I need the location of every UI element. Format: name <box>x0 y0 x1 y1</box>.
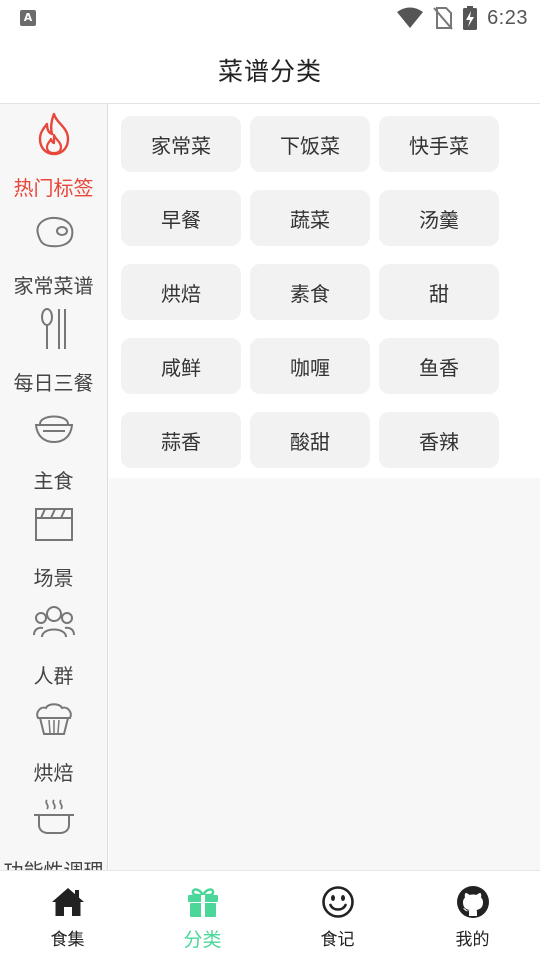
status-time: 6:23 <box>487 6 528 29</box>
sidebar-item-label: 场景 <box>33 566 74 590</box>
tag-button[interactable]: 下饭菜 <box>250 116 370 172</box>
tag-button[interactable]: 酸甜 <box>250 412 370 468</box>
tag-button[interactable]: 汤羹 <box>379 190 499 246</box>
notification-a-icon: A <box>20 10 36 26</box>
tag-button[interactable]: 咸鲜 <box>121 338 241 394</box>
battery-charging-icon <box>463 6 478 30</box>
tag-button[interactable]: 甜 <box>379 264 499 320</box>
no-sim-icon <box>433 7 453 30</box>
sidebar-item-label: 主食 <box>33 468 74 493</box>
nav-item-category[interactable]: 分类 <box>135 871 270 960</box>
nav-item-home[interactable]: 食集 <box>0 871 135 960</box>
tag-button[interactable]: 快手菜 <box>379 116 499 172</box>
bottom-nav: 食集 分类 食记 我的 <box>0 870 540 960</box>
sidebar-item-label: 每日三餐 <box>13 371 94 395</box>
sidebar-item-label: 人群 <box>33 663 74 688</box>
smiley-icon <box>320 885 356 919</box>
sidebar-item-label: 家常菜谱 <box>13 273 94 298</box>
tag-button[interactable]: 鱼香 <box>379 338 499 394</box>
sidebar-item-functional-care[interactable]: 功能性调理 <box>0 787 107 871</box>
rice-bowl-icon <box>30 403 78 451</box>
nav-item-label: 食记 <box>320 930 355 950</box>
muffin-icon <box>30 695 78 743</box>
nav-item-label: 我的 <box>455 930 490 950</box>
sidebar-item-label: 烘焙 <box>33 761 74 785</box>
tag-grid: 家常菜 下饭菜 快手菜 早餐 蔬菜 汤羹 烘焙 素食 甜 咸鲜 咖喱 鱼香 蒜香… <box>121 116 528 468</box>
sidebar-item-scene[interactable]: 场景 <box>0 494 107 592</box>
tag-button[interactable]: 香辣 <box>379 412 499 468</box>
title-bar: 菜谱分类 <box>0 36 540 104</box>
gift-icon <box>185 885 221 919</box>
sidebar-item-people[interactable]: 人群 <box>0 592 107 690</box>
nav-item-profile[interactable]: 我的 <box>405 871 540 960</box>
tag-button[interactable]: 烘焙 <box>121 264 241 320</box>
sidebar-item-staple-food[interactable]: 主食 <box>0 397 107 495</box>
tag-button[interactable]: 素食 <box>250 264 370 320</box>
tag-button[interactable]: 咖喱 <box>250 338 370 394</box>
nav-item-food-notes[interactable]: 食记 <box>270 871 405 960</box>
nav-item-label: 食集 <box>50 930 85 950</box>
nav-item-label: 分类 <box>183 929 222 951</box>
status-bar: A 6:23 <box>0 0 540 36</box>
tag-button[interactable]: 蔬菜 <box>250 190 370 246</box>
sidebar-item-daily-meals[interactable]: 每日三餐 <box>0 299 107 397</box>
tag-button[interactable]: 蒜香 <box>121 412 241 468</box>
people-icon <box>30 598 78 646</box>
fire-icon <box>30 110 78 158</box>
github-icon <box>455 885 491 919</box>
clapperboard-icon <box>30 500 78 548</box>
steaming-pot-icon <box>30 793 78 841</box>
wifi-icon <box>397 7 424 28</box>
page-title: 菜谱分类 <box>217 56 322 86</box>
sidebar-item-label: 热门标签 <box>13 176 94 200</box>
status-icons: 6:23 <box>397 4 528 32</box>
tag-button[interactable]: 家常菜 <box>121 116 241 172</box>
sidebar-item-label: 功能性调理 <box>4 855 104 871</box>
sidebar-item-hot-tags[interactable]: 热门标签 <box>0 104 107 202</box>
spoon-fork-icon <box>30 305 78 353</box>
tag-panel: 家常菜 下饭菜 快手菜 早餐 蔬菜 汤羹 烘焙 素食 甜 咸鲜 咖喱 鱼香 蒜香… <box>109 104 540 870</box>
tag-grid-area: 家常菜 下饭菜 快手菜 早餐 蔬菜 汤羹 烘焙 素食 甜 咸鲜 咖喱 鱼香 蒜香… <box>109 104 540 478</box>
category-sidebar[interactable]: 热门标签 家常菜谱 每日三餐 主食 场景 人群 烘焙 <box>0 104 108 870</box>
sidebar-item-baking[interactable]: 烘焙 <box>0 689 107 787</box>
meat-icon <box>30 208 78 256</box>
sidebar-item-home-recipes[interactable]: 家常菜谱 <box>0 202 107 300</box>
home-icon <box>50 885 86 919</box>
tag-button[interactable]: 早餐 <box>121 190 241 246</box>
